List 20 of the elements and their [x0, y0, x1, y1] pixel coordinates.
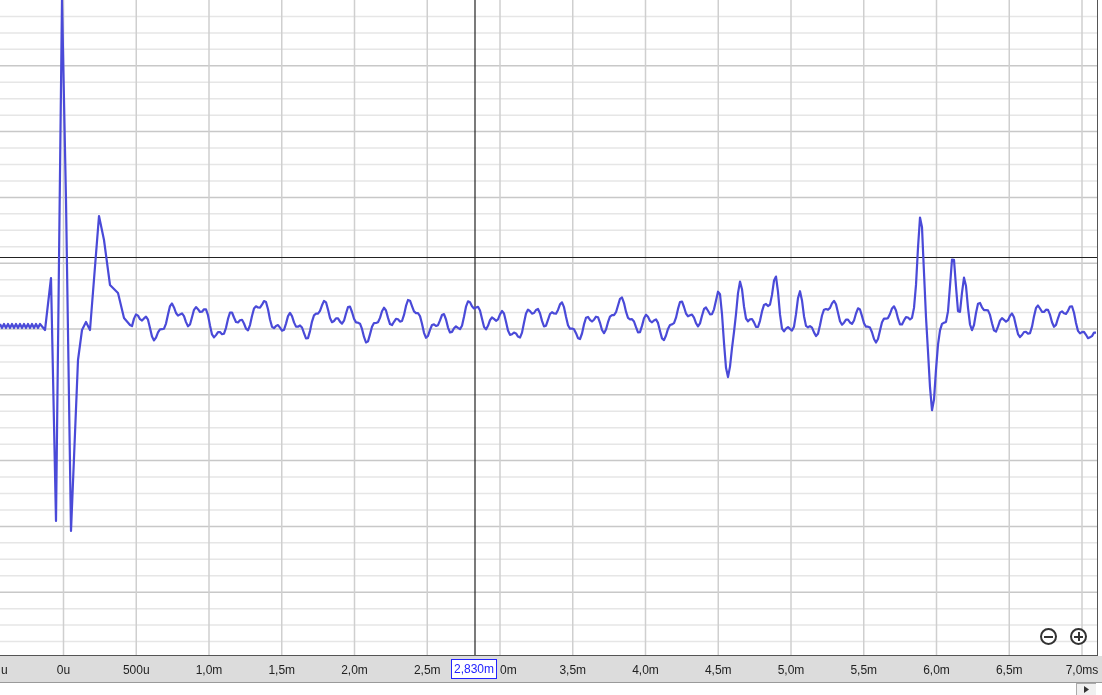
cursor-readout: 2,830m [451, 659, 498, 679]
axis-label: 500u [121, 662, 151, 679]
axis-label: 3,5m [558, 662, 588, 679]
axis-label: 5,0m [776, 662, 806, 679]
axis-label: 5,5m [849, 662, 879, 679]
axis-label: 4,5m [703, 662, 733, 679]
axis-label: 1,5m [267, 662, 297, 679]
axis-label: 6,0m [922, 662, 951, 679]
zoom-out-icon[interactable] [1040, 628, 1057, 645]
axis-label: 0m [500, 662, 518, 679]
play-arrow-icon [1084, 686, 1089, 693]
scroll-right-button[interactable] [1076, 683, 1096, 695]
axis-label: 4,0m [631, 662, 660, 679]
axis-label: 0u [55, 662, 72, 679]
axis-label: 6,5m [994, 662, 1024, 679]
axis-label: 1,0m [194, 662, 224, 679]
axis-label: 7,0ms [1064, 662, 1100, 679]
zoom-in-icon[interactable] [1070, 628, 1087, 645]
axis-label: u [0, 662, 8, 679]
axis-label: 2,0m [340, 662, 369, 679]
